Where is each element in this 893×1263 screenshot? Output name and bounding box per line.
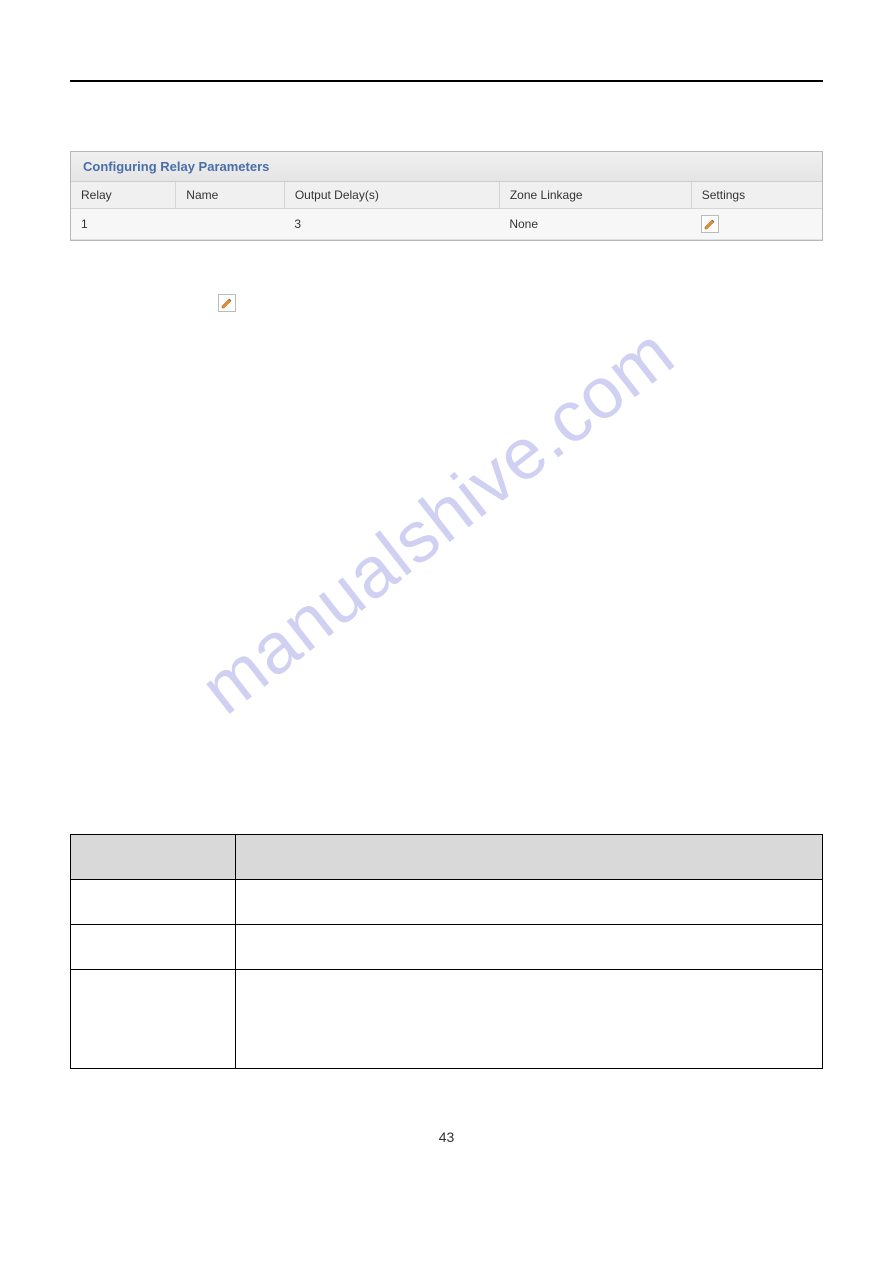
notes-heading: Notes: xyxy=(98,449,638,471)
col-output-delay: Output Delay(s) xyxy=(284,182,499,209)
step-1-prefix: 1. Click the icon xyxy=(115,294,214,310)
step-1: 1. Click the icon to enter the Relay Par… xyxy=(115,294,823,312)
cell-settings xyxy=(691,208,822,239)
siren-step-1: 1. Click Remote Configuration > Output S… xyxy=(70,725,823,750)
edit-icon[interactable] xyxy=(218,294,236,312)
step-3: 3. Click Save to save the parameters. xyxy=(70,365,823,390)
cell-zone-linkage: None xyxy=(499,208,691,239)
note-1: Please authenticate the permission to en… xyxy=(98,477,638,499)
param-cell-desc: Set the siren name. xyxy=(236,924,823,969)
param-header-parameters: Parameters xyxy=(71,834,236,879)
steps-heading: Steps: xyxy=(70,255,823,280)
siren-steps-label: Steps: xyxy=(70,689,823,711)
relay-panel-title: Configuring Relay Parameters xyxy=(71,152,822,182)
param-row: Siren No. The siren No. It is not editab… xyxy=(71,879,823,924)
note-icon: i xyxy=(70,445,90,534)
siren-section-title: Siren Settings xyxy=(70,552,823,569)
siren-before-label: Before You Start: xyxy=(70,632,823,654)
cell-relay: 1 xyxy=(71,208,176,239)
edit-icon[interactable] xyxy=(701,215,719,233)
relay-table: Relay Name Output Delay(s) Zone Linkage … xyxy=(71,182,822,240)
col-name: Name xyxy=(176,182,285,209)
intro-line-2: In this page, you can view the relay par… xyxy=(70,120,823,142)
col-relay: Relay xyxy=(71,182,176,209)
step-1-suffix: to enter the Relay Parameters Settings w… xyxy=(240,294,535,310)
siren-purpose-text: You can set the siren name and the outpu… xyxy=(70,604,823,626)
relay-table-header-row: Relay Name Output Delay(s) Zone Linkage … xyxy=(71,182,822,209)
notes-block: i Notes: Please authenticate the permiss… xyxy=(70,443,823,534)
param-table: Parameters Descriptions Siren No. The si… xyxy=(70,834,823,1069)
param-header-descriptions: Descriptions xyxy=(236,834,823,879)
col-settings: Settings xyxy=(691,182,822,209)
table-caption: Figure 7-3 Siren Parameters Window xyxy=(70,804,823,826)
relay-config-panel: Configuring Relay Parameters Relay Name … xyxy=(70,151,823,241)
param-table-header-row: Parameters Descriptions xyxy=(71,834,823,879)
intro-line-1: Click Remote Configuration > Output Sett… xyxy=(70,92,823,114)
cell-output-delay: 3 xyxy=(284,208,499,239)
param-row: Name Set the siren name. xyxy=(71,924,823,969)
siren-purpose-label: Purpose: xyxy=(70,575,823,597)
param-cell-param: Name xyxy=(71,924,236,969)
param-cell-desc: The siren No. It is not editable. xyxy=(236,879,823,924)
siren-before-text: Please authenticate the permission to en… xyxy=(70,660,823,682)
relay-table-row: 1 3 None xyxy=(71,208,822,239)
header-divider xyxy=(70,80,823,82)
param-cell-param: Siren Delay Time(s) xyxy=(71,969,236,1068)
param-row: Siren Delay Time(s) Set the siren output… xyxy=(71,969,823,1068)
param-cell-param: Siren No. xyxy=(71,879,236,924)
step-2: 2. Set the relay name and the output del… xyxy=(70,326,823,351)
or-text: Or click Copy to… to copy the relay info… xyxy=(94,405,823,427)
siren-step-2: 2. Configure the parameters below: xyxy=(70,764,823,789)
col-zone-linkage: Zone Linkage xyxy=(499,182,691,209)
note-2: The available output delay range is 0 to… xyxy=(98,506,638,528)
param-cell-desc: Set the siren output delay. The siren wi… xyxy=(236,969,823,1068)
cell-name xyxy=(176,208,285,239)
page-number: 43 xyxy=(70,1129,823,1145)
